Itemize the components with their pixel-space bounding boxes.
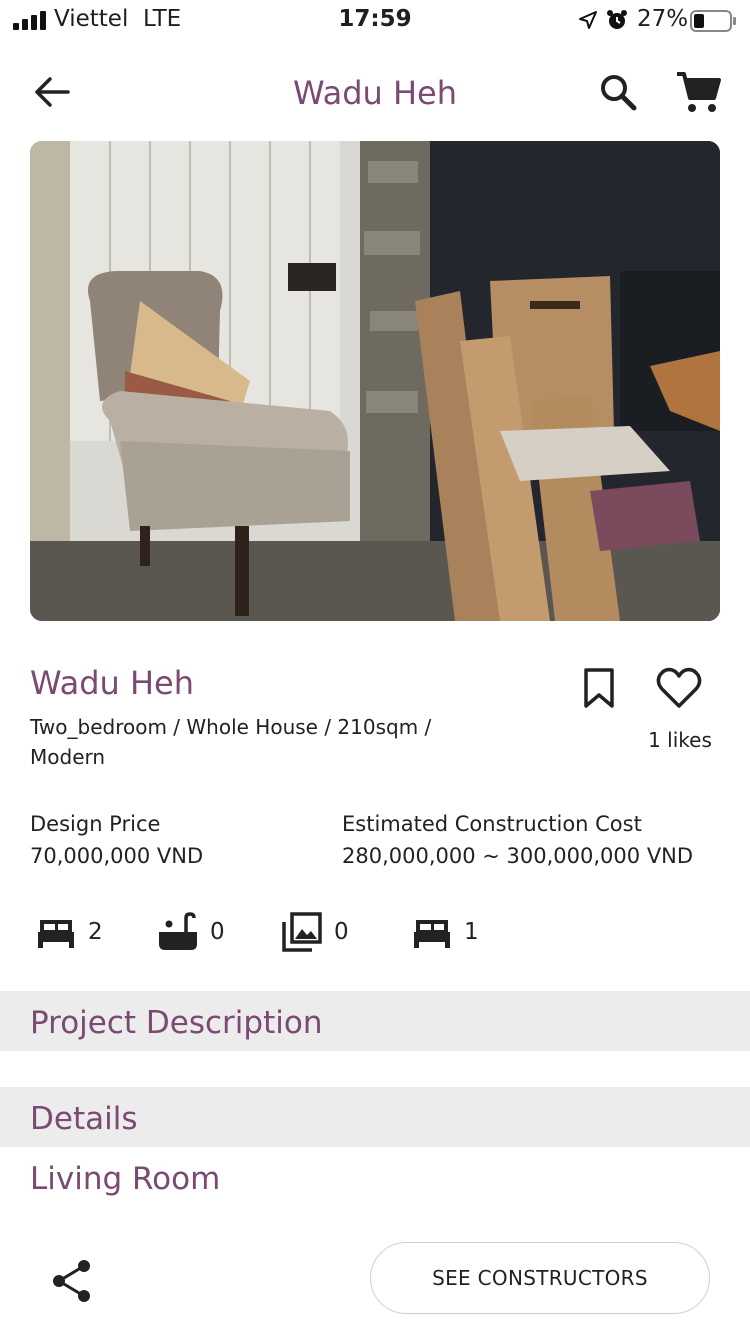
design-price-value: 70,000,000 VND	[30, 844, 204, 868]
design-price-label: Design Price	[30, 812, 161, 836]
back-arrow-icon[interactable]	[30, 70, 74, 114]
amenity-bathrooms: 0	[156, 906, 225, 958]
battery-icon	[690, 10, 736, 32]
construction-cost-value: 280,000,000 ~ 300,000,000 VND	[342, 844, 694, 868]
interior-image	[30, 141, 720, 621]
bathroom-count: 0	[210, 919, 225, 945]
project-photo[interactable]	[30, 141, 720, 621]
location-arrow-icon	[579, 11, 597, 29]
amenity-bedrooms: 2	[34, 906, 103, 958]
bed-icon	[38, 920, 74, 948]
project-name: Wadu Heh	[30, 664, 194, 702]
bed-count: 1	[464, 919, 479, 945]
construction-cost-label: Estimated Construction Cost	[342, 812, 642, 836]
status-bar: Viettel LTE 17:59 27%	[0, 0, 750, 40]
page-title: Wadu Heh	[293, 74, 457, 112]
project-specs: Two_bedroom / Whole House / 210sqm / Mod…	[30, 715, 432, 769]
section-title-living-room[interactable]: Living Room	[30, 1161, 220, 1197]
gallery-icon	[282, 912, 322, 952]
cart-icon[interactable]	[674, 68, 722, 116]
heart-icon[interactable]	[656, 666, 702, 710]
likes-count: 1 likes	[648, 728, 712, 752]
share-icon[interactable]	[50, 1258, 94, 1304]
bed-icon	[414, 920, 450, 948]
gallery-count: 0	[334, 919, 349, 945]
alarm-icon	[607, 10, 627, 29]
bookmark-icon[interactable]	[578, 667, 620, 709]
battery-percent: 27%	[637, 6, 689, 32]
section-title-details: Details	[30, 1101, 138, 1137]
amenity-beds: 1	[410, 906, 479, 958]
amenity-gallery: 0	[280, 906, 349, 958]
section-title-project-description: Project Description	[30, 1005, 323, 1041]
bathtub-icon	[159, 912, 197, 950]
see-constructors-button[interactable]: SEE CONSTRUCTORS	[370, 1242, 710, 1314]
bedroom-count: 2	[88, 919, 103, 945]
search-icon[interactable]	[596, 70, 640, 114]
